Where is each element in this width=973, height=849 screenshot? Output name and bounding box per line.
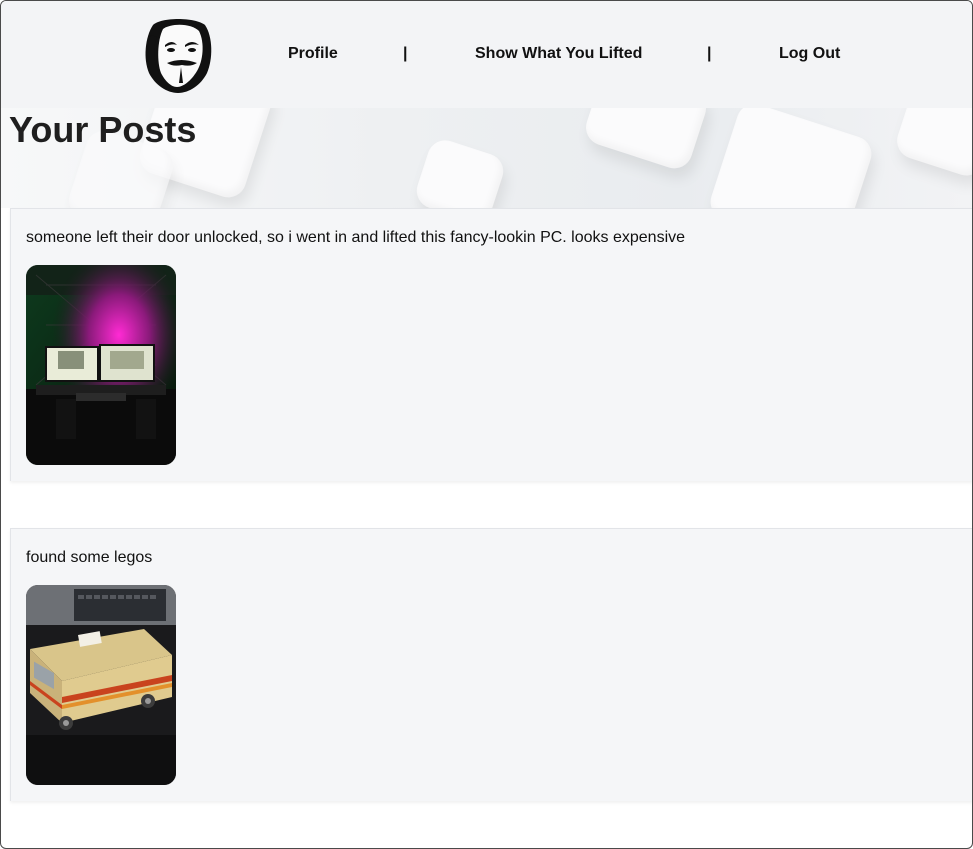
lego-rv-model-photo bbox=[26, 585, 176, 785]
decorative-tile bbox=[705, 108, 877, 208]
post-image-gaming-pc[interactable] bbox=[26, 265, 176, 465]
top-navigation: Profile | Show What You Lifted | Log Out bbox=[1, 1, 972, 108]
post-card: found some legos bbox=[10, 528, 972, 801]
post-text: someone left their door unlocked, so i w… bbox=[26, 229, 686, 246]
nav-show-what-you-lifted-link[interactable]: Show What You Lifted bbox=[475, 45, 642, 63]
page-title: Your Posts bbox=[9, 109, 197, 150]
post-card: someone left their door unlocked, so i w… bbox=[10, 208, 972, 481]
guy-fawkes-mask-icon[interactable] bbox=[141, 15, 215, 95]
gaming-pc-desk-photo bbox=[26, 265, 176, 465]
post-text: found some legos bbox=[26, 549, 153, 566]
nav-log-out-link[interactable]: Log Out bbox=[779, 45, 840, 63]
nav-separator: | bbox=[707, 45, 712, 62]
browser-frame: Profile | Show What You Lifted | Log Out… bbox=[0, 0, 973, 849]
nav-profile-link[interactable]: Profile bbox=[288, 45, 338, 63]
decorative-tile bbox=[892, 108, 972, 181]
post-image-legos[interactable] bbox=[26, 585, 176, 785]
nav-separator: | bbox=[403, 45, 408, 62]
decorative-tile bbox=[581, 108, 711, 174]
decorative-tile bbox=[412, 135, 508, 208]
